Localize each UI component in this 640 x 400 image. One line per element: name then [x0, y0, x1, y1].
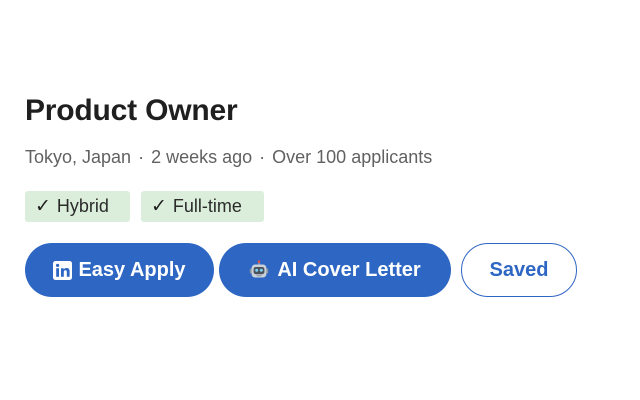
- ai-cover-letter-button[interactable]: AI Cover Letter: [219, 243, 451, 297]
- job-title: Product Owner: [25, 94, 238, 127]
- linkedin-icon: [53, 260, 73, 280]
- robot-icon: [250, 260, 269, 278]
- job-meta: Tokyo, Japan · 2 weeks ago · Over 100 applic…: [25, 145, 432, 169]
- tag-label: Hybrid: [56, 196, 109, 216]
- tag-full-time: ✓ Full-time: [141, 191, 264, 222]
- tag-label: Full-time: [172, 196, 242, 216]
- job-applicants: Over 100 applicants: [272, 147, 433, 167]
- easy-apply-button[interactable]: Easy Apply: [25, 243, 214, 297]
- job-location: Tokyo, Japan: [25, 147, 132, 167]
- meta-separator: ·: [259, 147, 266, 167]
- saved-button[interactable]: Saved: [461, 243, 577, 297]
- ai-cover-letter-label: AI Cover Letter: [277, 258, 421, 281]
- check-icon: ✓: [151, 196, 167, 217]
- saved-label: Saved: [489, 258, 549, 281]
- easy-apply-label: Easy Apply: [78, 258, 186, 281]
- meta-separator: ·: [138, 147, 145, 167]
- job-card: Product Owner Tokyo, Japan · 2 weeks ago · O…: [0, 0, 640, 400]
- check-icon: ✓: [35, 196, 51, 217]
- tag-hybrid: ✓ Hybrid: [25, 191, 130, 222]
- job-posted: 2 weeks ago: [151, 147, 253, 167]
